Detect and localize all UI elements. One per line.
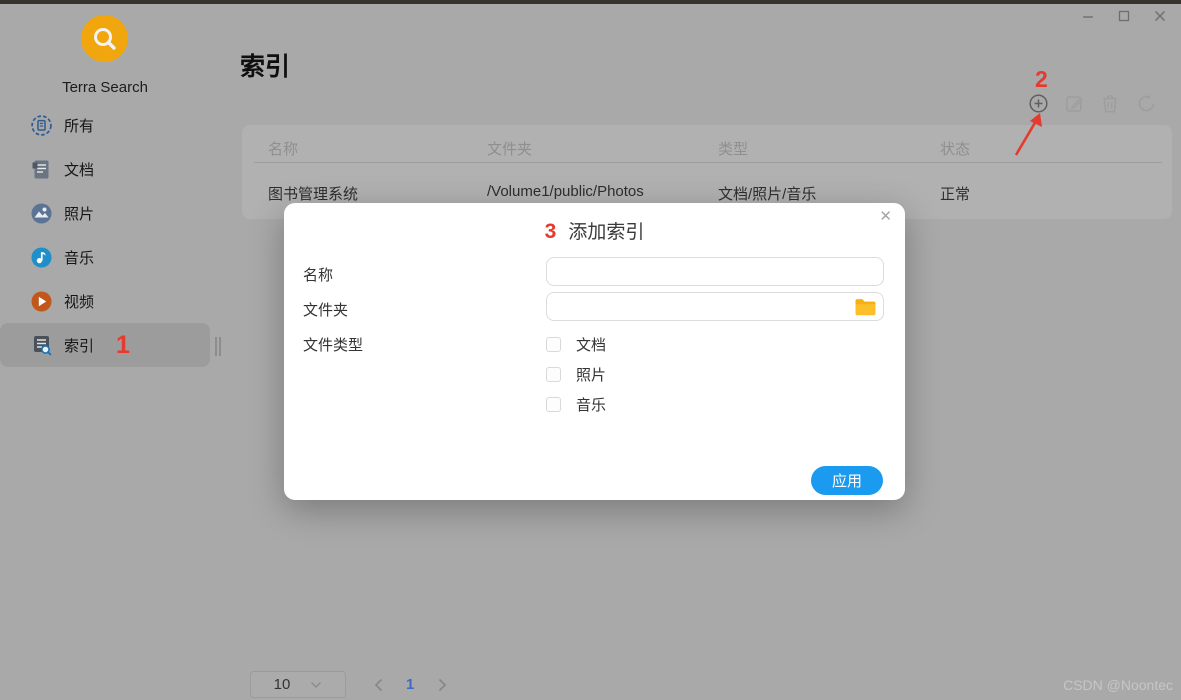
table-header-divider: [254, 162, 1162, 163]
video-icon: [30, 290, 53, 313]
checkbox-label: 音乐: [576, 397, 607, 414]
window-controls: [1061, 5, 1181, 27]
pagination: 10 1: [250, 671, 450, 698]
sidebar-item-all[interactable]: 所有: [0, 103, 210, 147]
music-icon: [30, 246, 53, 269]
add-index-dialog: ✕ 3 添加索引 名称 文件夹 文件类型 文档 照片 音乐 应用: [284, 203, 905, 500]
refresh-icon[interactable]: [1136, 93, 1156, 113]
apply-button[interactable]: 应用: [811, 466, 883, 495]
sidebar-item-documents[interactable]: 文档: [0, 147, 210, 191]
annotation-step-3: 3: [544, 220, 557, 243]
current-page[interactable]: 1: [406, 676, 414, 693]
checkbox-photos[interactable]: [546, 367, 561, 382]
cell-status: 正常: [940, 186, 971, 203]
file-type-option-documents: 文档: [546, 334, 606, 355]
app-logo: [81, 15, 128, 62]
checkbox-label: 照片: [576, 367, 607, 384]
sidebar-item-label: 照片: [64, 205, 95, 223]
search-logo-icon: [93, 27, 116, 50]
sidebar-item-music[interactable]: 音乐: [0, 235, 210, 279]
minimize-icon[interactable]: [1081, 9, 1095, 23]
all-icon: [30, 114, 53, 137]
maximize-icon[interactable]: [1117, 9, 1131, 23]
sidebar-item-label: 音乐: [64, 249, 95, 267]
page-size-select[interactable]: 10: [250, 671, 346, 698]
prev-page-icon[interactable]: [370, 677, 386, 693]
sidebar-item-videos[interactable]: 视频: [0, 279, 210, 323]
column-header-status: 状态: [940, 141, 971, 158]
page-title: 索引: [240, 53, 291, 81]
sidebar-item-label: 视频: [64, 293, 95, 311]
folder-input[interactable]: [546, 292, 884, 321]
file-type-option-photos: 照片: [546, 364, 606, 385]
sidebar-item-index[interactable]: 索引: [0, 323, 210, 367]
sidebar-resize-handle[interactable]: [215, 337, 222, 356]
chevron-down-icon: [311, 681, 322, 688]
file-type-label: 文件类型: [303, 337, 364, 354]
sidebar-nav: 所有 文档 照片 音乐 视频 索引: [0, 103, 230, 367]
page-nav: 1: [370, 676, 450, 693]
photo-icon: [30, 202, 53, 225]
checkbox-label: 文档: [576, 337, 607, 354]
table-row[interactable]: 图书管理系统 /Volume1/public/Photos 文档/照片/音乐 正…: [242, 183, 1172, 203]
index-icon: [30, 334, 53, 357]
annotation-step-1: 1: [116, 331, 130, 359]
column-header-name: 名称: [268, 141, 299, 158]
folder-browse-icon[interactable]: [854, 298, 877, 317]
name-label: 名称: [303, 267, 334, 284]
dialog-title-row: 3 添加索引: [284, 217, 905, 244]
cell-type: 文档/照片/音乐: [718, 186, 817, 203]
sidebar-item-label: 索引: [64, 337, 95, 355]
brand-name: Terra Search: [62, 79, 148, 96]
dialog-title: 添加索引: [568, 222, 645, 243]
watermark: CSDN @Noontec: [1063, 677, 1173, 693]
file-type-option-music: 音乐: [546, 394, 606, 415]
sidebar: Terra Search 所有 文档 照片 音乐 视频 索引: [0, 4, 230, 700]
edit-icon[interactable]: [1064, 93, 1084, 113]
column-header-folder: 文件夹: [487, 141, 533, 158]
annotation-step-2: 2: [1035, 66, 1048, 92]
checkbox-documents[interactable]: [546, 337, 561, 352]
folder-label: 文件夹: [303, 302, 349, 319]
column-header-type: 类型: [718, 141, 749, 158]
sidebar-item-photos[interactable]: 照片: [0, 191, 210, 235]
cell-folder: /Volume1/public/Photos: [487, 183, 644, 200]
next-page-icon[interactable]: [434, 677, 450, 693]
delete-icon[interactable]: [1100, 93, 1120, 113]
sidebar-item-label: 所有: [64, 117, 95, 135]
cell-name: 图书管理系统: [268, 186, 359, 203]
annotation-arrow-icon: [1014, 113, 1042, 156]
sidebar-item-label: 文档: [64, 161, 95, 179]
name-input[interactable]: [546, 257, 884, 286]
checkbox-music[interactable]: [546, 397, 561, 412]
close-icon[interactable]: [1153, 9, 1167, 23]
document-icon: [30, 158, 53, 181]
page-size-value: 10: [273, 676, 291, 693]
